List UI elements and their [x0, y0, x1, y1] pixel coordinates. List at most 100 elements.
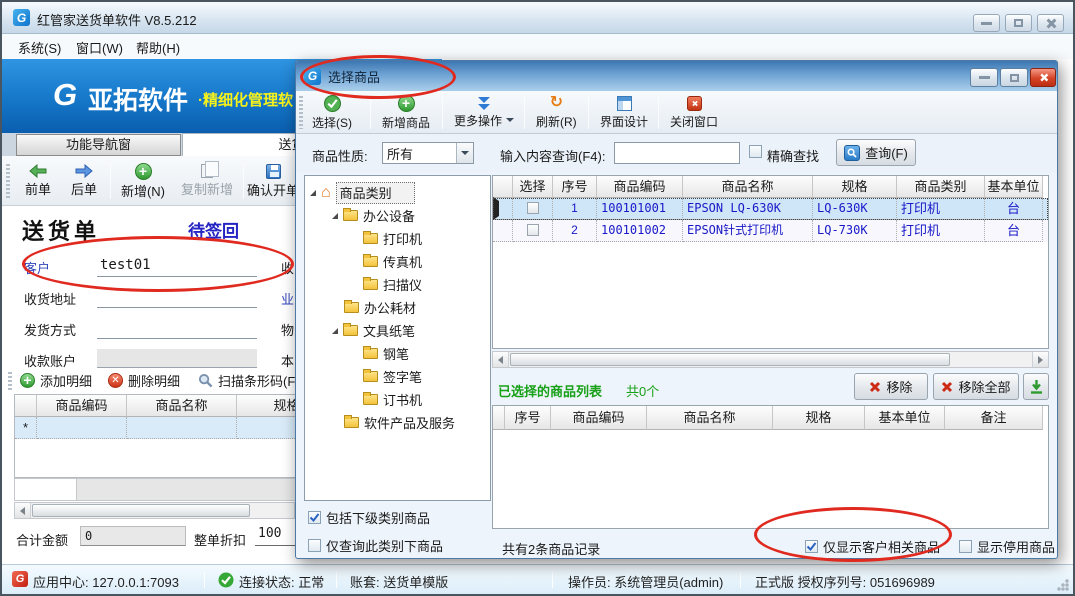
ui-design-button[interactable]: 界面设计: [594, 93, 654, 132]
grid-new-row[interactable]: *: [15, 417, 295, 439]
search-button[interactable]: 查询(F): [836, 139, 916, 166]
row-checkbox[interactable]: [527, 202, 539, 214]
more-actions-button[interactable]: 更多操作: [448, 93, 520, 132]
show-disabled-option[interactable]: 显示停用商品: [959, 537, 1055, 556]
select-button[interactable]: 选择(S): [306, 93, 358, 132]
tree-node[interactable]: 办公耗材: [305, 296, 490, 319]
close-icon: [1039, 73, 1048, 82]
exact-search-checkbox[interactable]: [749, 145, 762, 158]
tree-node[interactable]: 打印机: [305, 227, 490, 250]
product-nature-select[interactable]: 所有: [382, 142, 474, 164]
scroll-thumb[interactable]: [510, 353, 950, 366]
prev-doc-button[interactable]: 前单: [16, 159, 60, 203]
grid-hscrollbar[interactable]: [14, 502, 295, 519]
tree-node[interactable]: 办公设备: [305, 204, 490, 227]
close-window-button[interactable]: 关闭窗口: [664, 93, 724, 132]
clipped-label-3: 物: [281, 320, 294, 339]
menu-system[interactable]: 系统(S): [18, 38, 61, 57]
resize-grip[interactable]: [1057, 579, 1069, 591]
toolbar-separator: [243, 163, 244, 199]
tree-node-root[interactable]: ⌂ 商品类别: [305, 181, 490, 204]
tree-node[interactable]: 传真机: [305, 250, 490, 273]
add-detail-button[interactable]: + 添加明细: [20, 370, 92, 390]
dialog-restore-button[interactable]: [1000, 68, 1028, 87]
main-window-title: 红管家送货单软件 V8.5.212: [37, 10, 197, 29]
only-this-checkbox[interactable]: [308, 539, 321, 552]
scroll-right-arrow[interactable]: [1032, 352, 1048, 367]
product-row[interactable]: 1 100101001 EPSON LQ-630K LQ-630K 打印机 台: [493, 198, 1048, 220]
product-row[interactable]: 2 100101002 EPSON针式打印机 LQ-730K 打印机 台: [493, 220, 1048, 242]
show-disabled-checkbox[interactable]: [959, 540, 972, 553]
folder-icon: [363, 394, 378, 405]
ship-method-label: 发货方式: [24, 320, 76, 339]
row-marker-header: [493, 406, 505, 430]
new-doc-button[interactable]: + 新增(N): [114, 159, 172, 203]
tree-node[interactable]: 扫描仪: [305, 273, 490, 296]
tree-node[interactable]: 签字笔: [305, 365, 490, 388]
export-selected-button[interactable]: [1023, 373, 1049, 400]
address-input[interactable]: [97, 289, 257, 308]
include-sub-checkbox[interactable]: [308, 511, 321, 524]
menu-help[interactable]: 帮助(H): [136, 38, 180, 57]
close-square-icon: [687, 96, 702, 111]
delete-detail-button[interactable]: ✕ 删除明细: [108, 370, 180, 390]
statusbar-separator: [552, 572, 553, 588]
col-product-code: 商品编码: [37, 395, 127, 417]
tree-node[interactable]: 订书机: [305, 388, 490, 411]
folder-icon: [363, 233, 378, 244]
folder-icon: [363, 348, 378, 359]
expand-icon[interactable]: [332, 328, 338, 334]
main-minimize-button[interactable]: [973, 14, 1000, 32]
magnifier-icon: [844, 145, 860, 161]
col-code: 商品编码: [551, 406, 647, 430]
next-doc-button[interactable]: 后单: [62, 159, 106, 203]
tab-nav-panel[interactable]: 功能导航窗: [16, 134, 181, 156]
toolbar-grip: [6, 164, 10, 198]
exact-search-label: 精确查找: [767, 146, 819, 165]
account-input[interactable]: [97, 349, 257, 368]
plus-icon: +: [20, 373, 35, 388]
product-table: 选择 序号 商品编码 商品名称 规格 商品类别 基本单位 1 100101001…: [492, 175, 1049, 349]
tree-node[interactable]: 文具纸笔: [305, 319, 490, 342]
dialog-close-button[interactable]: [1030, 68, 1056, 87]
maximize-icon: [1014, 19, 1023, 27]
folder-icon: [344, 302, 359, 313]
product-table-header: 选择 序号 商品编码 商品名称 规格 商品类别 基本单位: [493, 176, 1048, 198]
expand-icon[interactable]: [310, 190, 316, 196]
expand-icon[interactable]: [332, 213, 338, 219]
restore-icon: [1010, 74, 1019, 82]
remove-button[interactable]: 移除: [854, 373, 928, 400]
tree-node[interactable]: 钢笔: [305, 342, 490, 365]
confirm-issue-button[interactable]: 确认开单: [246, 159, 300, 203]
col-name: 商品名称: [683, 176, 813, 198]
main-maximize-button[interactable]: [1005, 14, 1032, 32]
scroll-left-arrow[interactable]: [15, 503, 31, 518]
scroll-left-arrow[interactable]: [493, 352, 509, 367]
account-set-status: 账套: 送货单模版: [350, 572, 448, 591]
selected-count: 共0个: [626, 381, 659, 400]
license-status: 正式版 授权序列号: 051696989: [755, 572, 935, 591]
row-checkbox[interactable]: [527, 224, 539, 236]
tree-node[interactable]: 软件产品及服务: [305, 411, 490, 434]
toolbar-separator: [370, 96, 371, 129]
folder-icon: [344, 417, 359, 428]
select-product-dialog: G 选择商品 选择(S) + 新增商品 更多操作 ↻: [295, 60, 1058, 559]
scroll-thumb[interactable]: [32, 504, 250, 517]
menu-window[interactable]: 窗口(W): [76, 38, 123, 57]
remove-all-button[interactable]: 移除全部: [933, 373, 1019, 400]
home-icon: ⌂: [321, 186, 331, 200]
copy-new-button[interactable]: 复制新增: [174, 159, 240, 203]
include-sub-option[interactable]: 包括下级类别商品: [308, 508, 430, 527]
product-table-hscrollbar[interactable]: [492, 351, 1049, 368]
content-query-input[interactable]: [614, 142, 740, 164]
current-row-indicator: [493, 198, 513, 220]
only-this-option[interactable]: 仅查询此类别下商品: [308, 536, 443, 555]
dialog-minimize-button[interactable]: [970, 68, 998, 87]
scan-barcode-button[interactable]: 扫描条形码(F4): [198, 370, 307, 390]
ship-method-input[interactable]: [97, 320, 257, 339]
row-marker-header: [15, 395, 37, 417]
arrow-right-icon: [75, 164, 93, 178]
main-close-button[interactable]: [1037, 14, 1064, 32]
dropdown-caret-icon: [506, 118, 514, 122]
refresh-button[interactable]: ↻ 刷新(R): [530, 93, 583, 132]
